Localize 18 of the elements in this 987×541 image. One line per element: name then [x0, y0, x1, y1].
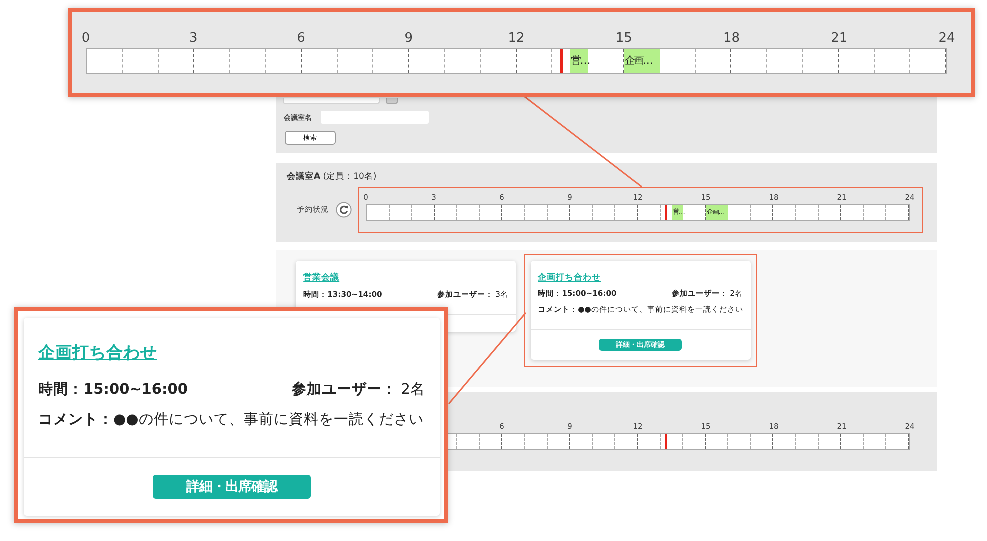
tick-label: 9	[404, 30, 414, 48]
tick-label: 21	[831, 30, 848, 48]
tick-label: 6	[297, 30, 306, 48]
tick-label: 24	[938, 30, 956, 48]
date-field[interactable]	[283, 98, 380, 104]
tick-label: 18	[723, 30, 740, 48]
tick-label: 0	[82, 30, 90, 48]
participant-count: 2名	[401, 380, 426, 400]
booking-block[interactable]: 企画…	[624, 49, 660, 73]
refresh-icon[interactable]	[336, 202, 352, 218]
meeting-comment: コメント：●●の件について、事前に資料を一読ください	[38, 411, 425, 430]
participants-label: 参加ユーザー：	[292, 380, 397, 400]
meeting-time: 時間：15:00~16:00	[38, 380, 188, 400]
tick-label: 3	[189, 30, 198, 48]
tick-label: 15	[616, 30, 632, 48]
calendar-button[interactable]	[386, 98, 398, 104]
room-title: 会議室A (定員：10名)	[287, 172, 377, 182]
tick-label: 12	[508, 30, 525, 48]
